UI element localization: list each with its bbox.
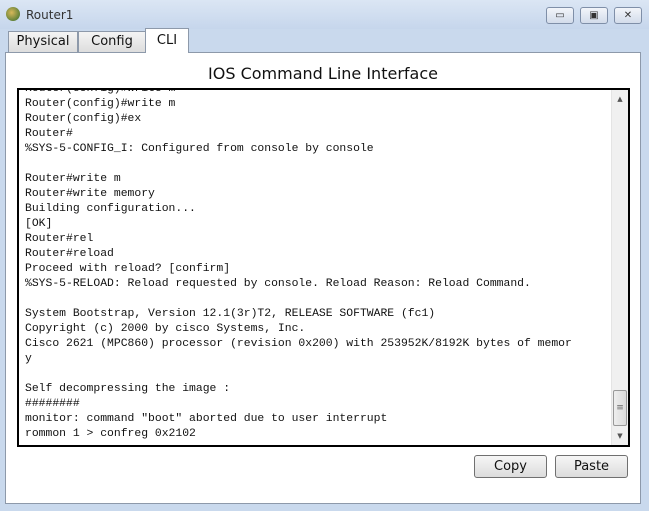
copy-button[interactable]: Copy	[474, 455, 547, 478]
close-button[interactable]: ✕	[614, 7, 642, 24]
terminal-line: Self decompressing the image :	[25, 383, 231, 395]
terminal-lines: Router(config)#write m Router(config)#wri…	[25, 88, 572, 442]
terminal-line: Router(config)#write m	[25, 98, 176, 110]
terminal-line: Router#write m	[25, 173, 121, 185]
terminal-line: %SYS-5-CONFIG_I: Configured from console…	[25, 143, 374, 155]
router-app-icon	[6, 7, 20, 21]
terminal-line: monitor: command "boot" aborted due to u…	[25, 413, 388, 425]
terminal-line: Router#	[25, 128, 73, 140]
terminal-line: [OK]	[25, 218, 53, 230]
terminal-line: Copyright (c) 2000 by cisco Systems, Inc…	[25, 323, 306, 335]
terminal-output[interactable]: Router(config)#write m Router(config)#wri…	[17, 88, 630, 447]
scroll-thumb[interactable]: ≡	[613, 390, 627, 426]
terminal-line: ########	[25, 398, 80, 410]
window-title: Router1	[26, 8, 74, 22]
terminal-line: System Bootstrap, Version 12.1(3r)T2, RE…	[25, 308, 436, 320]
title-bar: Router1 ▭ ▣ ✕	[0, 0, 649, 29]
minimize-button[interactable]: ▭	[546, 7, 574, 24]
cli-heading: IOS Command Line Interface	[208, 64, 438, 83]
terminal-line: Router(config)#ex	[25, 113, 142, 125]
tab-cli[interactable]: CLI	[145, 28, 189, 53]
terminal-line: Cisco 2621 (MPC860) processor (revision …	[25, 338, 572, 350]
cli-panel: IOS Command Line Interface Router(config…	[5, 52, 641, 504]
terminal-line: Router#write memory	[25, 188, 155, 200]
terminal-line: Building configuration...	[25, 203, 196, 215]
scroll-up-arrow-icon[interactable]: ▲	[612, 92, 628, 106]
terminal-line: Router(config)#write m	[25, 88, 176, 95]
terminal-line: Proceed with reload? [confirm]	[25, 263, 231, 275]
tab-physical[interactable]: Physical	[8, 31, 78, 53]
terminal-line: Router#rel	[25, 233, 94, 245]
scroll-down-arrow-icon[interactable]: ▼	[612, 429, 628, 443]
tab-config[interactable]: Config	[78, 31, 146, 53]
terminal-line: rommon 1 > confreg 0x2102	[25, 428, 196, 440]
maximize-button[interactable]: ▣	[580, 7, 608, 24]
vertical-scrollbar[interactable]: ▲ ≡ ▼	[611, 90, 628, 445]
paste-button[interactable]: Paste	[555, 455, 628, 478]
terminal-line: %SYS-5-RELOAD: Reload requested by conso…	[25, 278, 531, 290]
terminal-line: y	[25, 353, 32, 365]
terminal-line: Router#reload	[25, 248, 114, 260]
